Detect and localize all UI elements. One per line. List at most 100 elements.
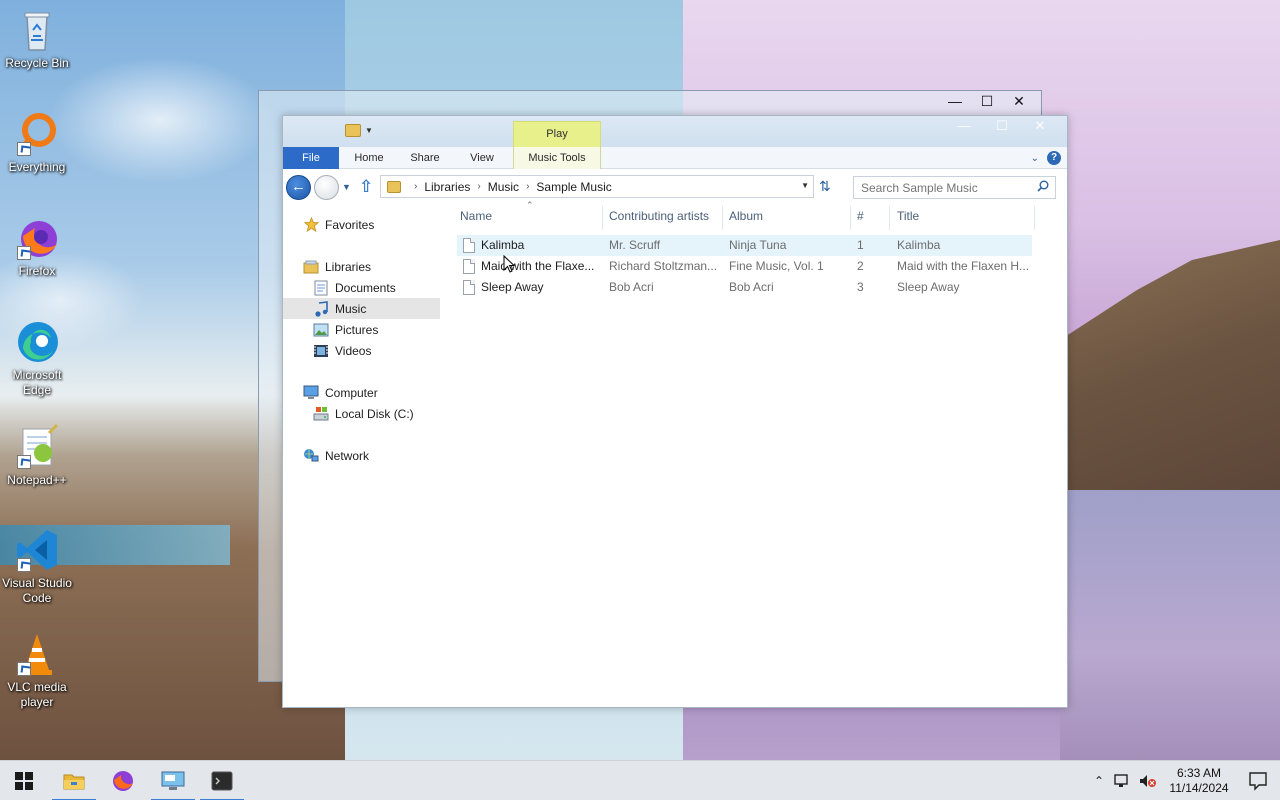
qat-dropdown-icon[interactable]: ▼ xyxy=(365,126,373,135)
search-box xyxy=(853,176,1056,199)
pictures-icon xyxy=(313,322,329,338)
file-explorer-icon xyxy=(63,774,85,790)
nav-network[interactable]: Network xyxy=(303,445,369,466)
computer-icon xyxy=(303,385,319,401)
column-divider[interactable] xyxy=(850,206,851,230)
up-button[interactable]: ⇧ xyxy=(359,178,373,195)
tab-music-tools[interactable]: Music Tools xyxy=(513,147,601,169)
nav-label: Libraries xyxy=(325,259,372,274)
column-header-track[interactable]: # xyxy=(857,204,887,228)
file-track: 3 xyxy=(857,280,864,294)
taskbar-file-explorer[interactable] xyxy=(50,761,98,800)
start-button[interactable] xyxy=(0,761,48,800)
nav-documents[interactable]: Documents xyxy=(313,277,396,298)
tab-share[interactable]: Share xyxy=(399,147,451,169)
expand-ribbon-icon[interactable]: ⌄ xyxy=(1031,153,1039,164)
network-icon[interactable] xyxy=(1112,773,1132,789)
tab-view[interactable]: View xyxy=(455,147,509,169)
nav-libraries[interactable]: Libraries xyxy=(303,256,371,277)
nav-label: Local Disk (C:) xyxy=(335,406,414,421)
desktop-icon-edge[interactable]: Microsoft Edge xyxy=(0,318,74,398)
breadcrumb-chevron-icon[interactable]: › xyxy=(414,181,417,192)
volume-muted-icon[interactable] xyxy=(1138,773,1158,789)
file-artist: Mr. Scruff xyxy=(609,238,661,252)
maximize-icon[interactable]: ☐ xyxy=(983,118,1021,136)
recent-locations-icon[interactable]: ▼ xyxy=(342,182,351,192)
address-bar[interactable]: › Libraries › Music › Sample Music ▼ xyxy=(380,175,814,198)
desktop-icon-label: Firefox xyxy=(18,264,56,278)
file-row-kalimba[interactable]: Kalimba Mr. Scruff Ninja Tuna 1 Kalimba xyxy=(457,235,1032,256)
taskbar-firefox[interactable] xyxy=(99,761,147,800)
show-hidden-icons-icon[interactable]: ⌃ xyxy=(1088,774,1110,788)
explorer-window[interactable]: ▼ Play — ☐ ✕ File Home Share View Music … xyxy=(282,115,1068,708)
vscode-icon xyxy=(13,526,61,574)
column-divider[interactable] xyxy=(602,206,603,230)
folder-icon[interactable] xyxy=(345,124,361,137)
contextual-tab-play: Play xyxy=(513,121,601,147)
breadcrumb-libraries[interactable]: Libraries xyxy=(424,180,470,194)
desktop-icon-label: VLC media player xyxy=(7,680,67,709)
minimize-icon[interactable]: — xyxy=(939,91,971,111)
file-row-sleep-away[interactable]: Sleep Away Bob Acri Bob Acri 3 Sleep Awa… xyxy=(457,277,1032,298)
nav-videos[interactable]: Videos xyxy=(313,340,371,361)
forward-button[interactable] xyxy=(314,175,339,200)
breadcrumb-chevron-icon[interactable]: › xyxy=(526,181,529,192)
column-divider[interactable] xyxy=(1034,206,1035,230)
desktop-icon-notepadpp[interactable]: Notepad++ xyxy=(0,423,74,488)
breadcrumb-sample-music[interactable]: Sample Music xyxy=(536,180,611,194)
desktop-icon-firefox[interactable]: Firefox xyxy=(0,214,74,279)
breadcrumb-chevron-icon[interactable]: › xyxy=(477,181,480,192)
tab-home[interactable]: Home xyxy=(341,147,397,169)
nav-computer[interactable]: Computer xyxy=(303,382,378,403)
column-header-album[interactable]: Album xyxy=(729,204,849,228)
refresh-icon[interactable]: ⇅ xyxy=(819,178,831,195)
close-icon[interactable]: ✕ xyxy=(1003,91,1035,111)
search-icon[interactable] xyxy=(1037,180,1049,192)
nav-label: Videos xyxy=(335,343,372,358)
notepadpp-icon xyxy=(13,423,61,471)
file-artist: Bob Acri xyxy=(609,280,654,294)
column-divider[interactable] xyxy=(889,206,890,230)
file-title: Maid with the Flaxen H... xyxy=(897,259,1029,273)
system-clock[interactable]: 6:33 AM 11/14/2024 xyxy=(1162,766,1236,796)
taskbar-terminal[interactable] xyxy=(198,761,246,800)
nav-label: Network xyxy=(325,448,370,463)
column-header-artists[interactable]: Contributing artists xyxy=(609,204,724,228)
music-note-icon xyxy=(313,300,329,317)
start-icon xyxy=(15,772,33,790)
title-bar[interactable]: ▼ Play — ☐ ✕ xyxy=(283,116,1067,147)
column-header-title[interactable]: Title xyxy=(897,204,1027,228)
close-icon[interactable]: ✕ xyxy=(1021,118,1059,136)
clock-date: 11/14/2024 xyxy=(1169,781,1229,795)
search-input[interactable] xyxy=(853,176,1056,199)
nav-favorites[interactable]: Favorites xyxy=(303,214,374,235)
shortcut-arrow-icon xyxy=(17,662,31,676)
background-window-controls: — ☐ ✕ xyxy=(939,91,1035,111)
file-name: Kalimba xyxy=(481,238,525,252)
address-dropdown-icon[interactable]: ▼ xyxy=(801,181,809,190)
taskbar-remote-desktop[interactable] xyxy=(149,761,197,800)
desktop-icon-recycle-bin[interactable]: Recycle Bin xyxy=(0,6,74,71)
firefox-icon xyxy=(113,771,133,791)
firefox-icon xyxy=(13,214,61,262)
desktop-icon-vlc[interactable]: VLC media player xyxy=(0,630,74,710)
nav-music[interactable]: Music xyxy=(283,298,440,319)
quick-access-toolbar: ▼ xyxy=(345,124,373,137)
breadcrumb-music[interactable]: Music xyxy=(488,180,519,194)
nav-pictures[interactable]: Pictures xyxy=(313,319,378,340)
file-album: Bob Acri xyxy=(729,280,774,294)
column-divider[interactable] xyxy=(722,206,723,230)
nav-local-disk[interactable]: Local Disk (C:) xyxy=(313,403,414,424)
desktop-icon-vscode[interactable]: Visual Studio Code xyxy=(0,526,74,606)
minimize-icon[interactable]: — xyxy=(945,118,983,136)
back-button[interactable]: ← xyxy=(286,175,311,200)
file-name: Sleep Away xyxy=(481,280,544,294)
maximize-icon[interactable]: ☐ xyxy=(971,91,1003,111)
desktop-icon-everything[interactable]: Everything xyxy=(0,110,74,175)
file-title: Kalimba xyxy=(897,238,941,252)
notifications-icon[interactable] xyxy=(1236,761,1280,800)
file-row-maid-with-the-flaxen-hair[interactable]: Maid with the Flaxe... Richard Stoltzman… xyxy=(457,256,1032,277)
column-header-name[interactable]: Name xyxy=(460,204,600,228)
help-icon[interactable]: ? xyxy=(1047,151,1061,165)
tab-file[interactable]: File xyxy=(283,147,339,169)
